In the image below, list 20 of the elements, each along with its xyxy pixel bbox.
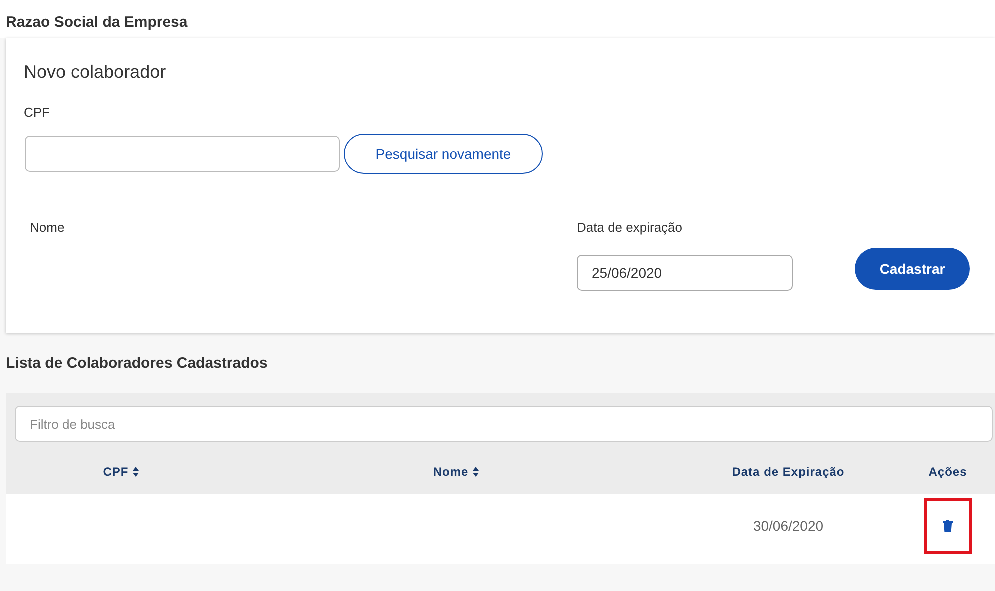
field-label: CPF (24, 105, 51, 120)
section-title: Lista de Colaboradores Cadastrados (5, 354, 269, 374)
trash-icon (943, 520, 953, 532)
table-cell: 30/06/2020 (753, 518, 824, 534)
sort-icon (132, 467, 139, 477)
cpf-field[interactable] (25, 136, 340, 172)
sort-icon (472, 467, 479, 477)
field-label: Nome (30, 220, 66, 235)
highlighted-delete-button[interactable] (924, 498, 972, 554)
field-label: Data de expiração (577, 220, 684, 235)
sortable-column-header[interactable]: Nome (433, 465, 479, 479)
filter-field[interactable]: Filtro de busca (15, 406, 993, 442)
register-button[interactable]: Cadastrar (855, 248, 970, 290)
column-header: Data de Expiração (732, 465, 845, 479)
form-title: Novo colaborador (24, 62, 168, 83)
page-title: Razao Social da Empresa (0, 0, 995, 38)
column-header: Ações (928, 465, 968, 479)
sortable-column-header[interactable]: CPF (103, 465, 139, 479)
date-field[interactable]: 25/06/2020 (577, 255, 793, 291)
search-again-button[interactable]: Pesquisar novamente (344, 134, 543, 174)
